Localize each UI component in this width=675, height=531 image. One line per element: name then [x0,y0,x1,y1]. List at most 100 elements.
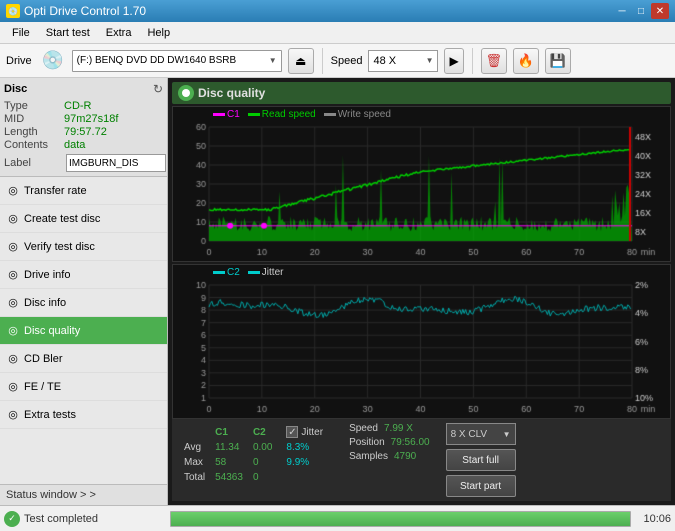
sep2 [472,48,473,74]
avg-jitter: 8.3% [278,441,327,454]
maximize-button[interactable]: □ [632,3,650,19]
sidebar-item-extra-tests[interactable]: ◎ Extra tests [0,401,167,429]
main-content: Disc ↻ Type CD-R MID 97m27s18f Length 79… [0,78,675,505]
status-left: ✓ Test completed [4,511,166,527]
sidebar-item-drive-info[interactable]: ◎ Drive info [0,261,167,289]
c1-legend-label: C1 [227,109,240,120]
drive-icon: 💿 [40,48,66,74]
sidebar-item-disc-quality[interactable]: ◎ Disc quality [0,317,167,345]
minimize-button[interactable]: ─ [613,3,631,19]
mid-val: 97m27s18f [64,113,118,125]
close-button[interactable]: ✕ [651,3,669,19]
label-key: Label [4,157,64,169]
menu-extra[interactable]: Extra [98,25,140,41]
position-label: Position [349,437,385,448]
status-window-label: Status window > > [6,489,96,501]
menu-file[interactable]: File [4,25,38,41]
verify-test-disc-label: Verify test disc [24,241,95,253]
contents-key: Contents [4,139,64,151]
avg-c1: 11.34 [211,441,247,454]
stats-area: C1 C2 ✓ Jitter Avg 11.34 0.00 8.3% [172,419,671,501]
disc-quality-label: Disc quality [24,325,80,337]
cd-bler-icon: ◎ [6,352,20,366]
start-full-button[interactable]: Start full [446,449,516,471]
create-test-disc-icon: ◎ [6,212,20,226]
max-c2: 0 [249,456,276,469]
c1-header: C1 [211,425,247,439]
total-label: Total [180,471,209,484]
total-c2: 0 [249,471,276,484]
drive-info-icon: ◎ [6,268,20,282]
drive-label: Drive [6,55,32,67]
contents-val: data [64,139,85,151]
speed-select-wrapper[interactable]: 48 X ▼ [368,50,438,72]
sidebar-item-disc-info[interactable]: ◎ Disc info [0,289,167,317]
progress-text: 100.0% [171,526,630,527]
toolbar: Drive 💿 (F:) BENQ DVD DD DW1640 BSRB ▼ ⏏… [0,44,675,78]
clv-dropdown-arrow: ▼ [503,430,511,439]
status-bar: ✓ Test completed 100.0% 10:06 [0,505,675,531]
disc-quality-header-icon [178,85,194,101]
verify-test-disc-icon: ◎ [6,240,20,254]
transfer-rate-label: Transfer rate [24,185,87,197]
burn-button[interactable]: 🔥 [513,48,539,74]
samples-label: Samples [349,451,388,462]
window-title: Opti Drive Control 1.70 [24,4,146,18]
jitter-col-label: Jitter [301,427,323,438]
mid-key: MID [4,113,64,125]
save-button[interactable]: 💾 [545,48,571,74]
type-val: CD-R [64,100,92,112]
sidebar-item-fe-te[interactable]: ◎ FE / TE [0,373,167,401]
disc-info-label: Disc info [24,297,66,309]
menu-start-test[interactable]: Start test [38,25,98,41]
max-label: Max [180,456,209,469]
progress-bar [171,512,630,526]
fe-te-icon: ◎ [6,380,20,394]
total-c1: 54363 [211,471,247,484]
speed-label: Speed [331,55,363,67]
sidebar-item-cd-bler[interactable]: ◎ CD Bler [0,345,167,373]
drive-value: (F:) BENQ DVD DD DW1640 BSRB [77,55,269,66]
title-bar: 💿 Opti Drive Control 1.70 ─ □ ✕ [0,0,675,22]
clv-select-wrapper[interactable]: 8 X CLV ▼ [446,423,516,445]
start-part-button[interactable]: Start part [446,475,516,497]
label-input[interactable] [66,154,166,172]
jitter-chart-legend: C2 Jitter [213,267,283,278]
status-icon: ✓ [4,511,20,527]
clv-value: 8 X CLV [451,429,503,440]
speed-label: Speed [349,423,378,434]
jitter-chart: C2 Jitter [172,264,671,419]
app-icon: 💿 [6,4,20,18]
speed-go-button[interactable]: ▶ [444,48,463,74]
sidebar-item-create-test-disc[interactable]: ◎ Create test disc [0,205,167,233]
jitter-checkbox-row: ✓ Jitter [286,426,323,438]
menu-help[interactable]: Help [139,25,178,41]
eject-button[interactable]: ⏏ [288,48,314,74]
position-value: 79:56.00 [391,437,430,448]
extra-tests-label: Extra tests [24,409,76,421]
create-test-disc-label: Create test disc [24,213,100,225]
controls-right: 8 X CLV ▼ Start full Start part [446,423,516,497]
type-key: Type [4,100,64,112]
avg-label: Avg [180,441,209,454]
erase-button[interactable]: 🗑 [481,48,507,74]
main-chart: C1 Read speed Write speed [172,106,671,262]
sidebar-item-verify-test-disc[interactable]: ◎ Verify test disc [0,233,167,261]
stats-table: C1 C2 ✓ Jitter Avg 11.34 0.00 8.3% [178,423,329,486]
jitter-legend-label: Jitter [262,267,284,278]
disc-info: Type CD-R MID 97m27s18f Length 79:57.72 … [4,100,163,172]
write-speed-legend-label: Write speed [338,109,391,120]
status-window-button[interactable]: Status window > > [0,484,167,505]
speed-value: 7.99 X [384,423,413,434]
c2-header: C2 [249,425,276,439]
nav-items: ◎ Transfer rate ◎ Create test disc ◎ Ver… [0,177,167,429]
drive-select[interactable]: (F:) BENQ DVD DD DW1640 BSRB ▼ [72,50,282,72]
left-panel: Disc ↻ Type CD-R MID 97m27s18f Length 79… [0,78,168,505]
right-panel: Disc quality C1 Read speed [168,78,675,505]
disc-quality-header: Disc quality [172,82,671,104]
separator [322,48,323,74]
disc-refresh-icon[interactable]: ↻ [153,82,163,96]
fe-te-label: FE / TE [24,381,61,393]
jitter-checkbox[interactable]: ✓ [286,426,298,438]
sidebar-item-transfer-rate[interactable]: ◎ Transfer rate [0,177,167,205]
